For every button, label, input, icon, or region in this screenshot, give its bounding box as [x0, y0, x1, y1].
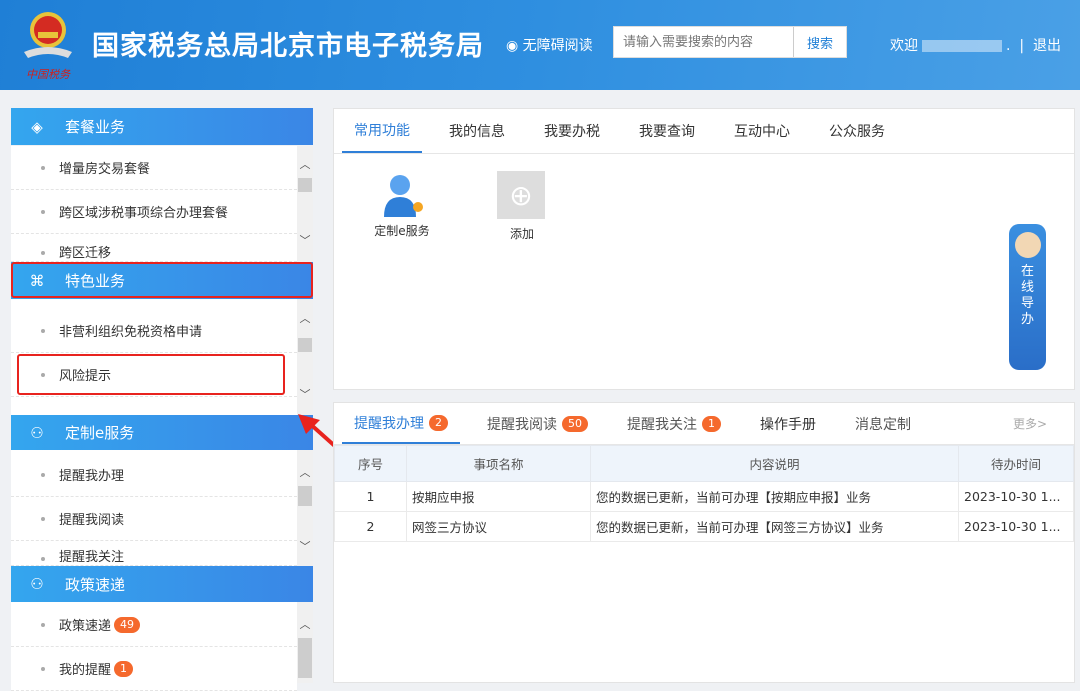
item-label: 政策速递: [59, 619, 112, 634]
column-header: 序号: [334, 445, 407, 482]
count-badge: 1: [702, 415, 721, 432]
section-title: 套餐业务: [65, 118, 126, 136]
tab-remind-handle[interactable]: 提醒我办理 2: [342, 403, 460, 444]
reminders-panel: 提醒我办理 2 提醒我阅读 50 提醒我关注 1 操作手册 消息定制 更多> 序号 事…: [333, 402, 1075, 683]
tab-my-info[interactable]: 我的信息: [437, 109, 517, 153]
column-header: 事项名称: [406, 445, 591, 482]
cell[interactable]: 网签三方协议: [406, 511, 591, 542]
plus-icon: ⊕: [497, 171, 545, 219]
count-badge: 1: [114, 660, 134, 677]
username-blurred: [922, 40, 1002, 52]
tab-query[interactable]: 我要查询: [627, 109, 707, 153]
custom-e-service-button[interactable]: 定制e服务: [370, 171, 434, 239]
user-plus-icon: ⚇: [30, 423, 44, 442]
chevron-down-icon[interactable]: ﹀: [297, 232, 313, 248]
cell: 您的数据已更新，当前可办理【按期应申报】业务: [590, 481, 959, 512]
cell[interactable]: 按期应申报: [406, 481, 591, 512]
item-label: 提醒我阅读: [59, 513, 125, 528]
sidebar-item[interactable]: 提醒我阅读: [11, 497, 297, 541]
site-title[interactable]: 国家税务总局北京市电子税务局: [92, 24, 484, 63]
function-label: 添加: [509, 227, 534, 241]
more-link[interactable]: 更多>: [1001, 403, 1059, 444]
chevron-up-icon[interactable]: ︿: [297, 616, 313, 632]
chevron-up-icon[interactable]: ︿: [297, 156, 313, 172]
scrollbar[interactable]: ︿ ﹀: [297, 298, 313, 415]
tab-remind-follow[interactable]: 提醒我关注 1: [615, 403, 733, 444]
item-label: 提醒我办理: [59, 469, 125, 484]
sidebar-header-package[interactable]: ◈ 套餐业务: [11, 108, 313, 145]
logo-text: 中国税务: [26, 68, 70, 81]
item-label: 我的提醒: [59, 663, 112, 678]
item-label: 增量房交易套餐: [59, 162, 151, 177]
tab-tax-handling[interactable]: 我要办税: [532, 109, 612, 153]
main-tabs: 常用功能 我的信息 我要办税 我要查询 互动中心 公众服务: [334, 109, 1074, 154]
eye-icon: ◉: [506, 38, 523, 54]
tab-remind-read[interactable]: 提醒我阅读 50: [475, 403, 600, 444]
site-header: 中国税务 国家税务总局北京市电子税务局 ◉ 无障碍阅读 搜索 欢迎. | 退出: [0, 0, 1080, 90]
table-row[interactable]: 1 按期应申报 您的数据已更新，当前可办理【按期应申报】业务 2023-10-30 1…: [334, 481, 1074, 512]
reminders-table: 序号 事项名称 内容说明 待办时间 1 按期应申报 您的数据已更新，当前可办理【按期…: [334, 445, 1074, 542]
count-badge: 2: [429, 414, 448, 431]
search-button[interactable]: 搜索: [793, 27, 846, 57]
tab-public-service[interactable]: 公众服务: [817, 109, 897, 153]
search-bar: 搜索: [613, 26, 847, 58]
user-service-icon: [384, 175, 423, 217]
highlight-box: [11, 262, 313, 298]
count-badge: 50: [562, 415, 588, 432]
sidebar-item[interactable]: 跨区域涉税事项综合办理套餐: [11, 190, 297, 234]
welcome-suffix: .: [1006, 38, 1011, 54]
chevron-up-icon[interactable]: ︿: [297, 310, 313, 326]
chevron-down-icon[interactable]: ﹀: [297, 538, 313, 554]
cell: 1: [334, 481, 407, 512]
search-input[interactable]: [614, 27, 793, 57]
tax-emblem-logo: [24, 12, 72, 58]
tab-interaction[interactable]: 互动中心: [722, 109, 802, 153]
reminder-tabs: 提醒我办理 2 提醒我阅读 50 提醒我关注 1 操作手册 消息定制 更多>: [334, 403, 1074, 445]
item-label: 非营利组织免税资格申请: [59, 325, 203, 340]
highlight-box: [17, 354, 285, 395]
cell: 2023-10-30 1...: [958, 481, 1074, 512]
cell: 您的数据已更新，当前可办理【网签三方协议】业务: [590, 511, 959, 542]
sidebar-item[interactable]: 跨区迁移: [11, 234, 297, 262]
user-plus-icon: ⚇: [30, 575, 44, 593]
assistant-avatar-icon: [1014, 232, 1041, 258]
section-title: 定制e服务: [65, 424, 135, 442]
sidebar-item[interactable]: 非营利组织免税资格申请: [11, 309, 297, 353]
welcome-label: 欢迎: [890, 38, 918, 54]
separator: |: [1019, 38, 1025, 54]
cell: 2023-10-30 1...: [958, 511, 1074, 542]
scrollbar[interactable]: ︿: [297, 602, 313, 683]
tab-common[interactable]: 常用功能: [342, 109, 422, 153]
sidebar-item[interactable]: 我的提醒 1: [11, 647, 297, 691]
item-label: 跨区域涉税事项综合办理套餐: [59, 206, 229, 221]
sidebar-item[interactable]: 政策速递 49: [11, 603, 297, 647]
sidebar-header-policy[interactable]: ⚇ 政策速递: [11, 566, 313, 602]
welcome-area: 欢迎. | 退出: [890, 35, 1061, 55]
accessibility-label: 无障碍阅读: [522, 38, 593, 54]
chevron-down-icon[interactable]: ﹀: [297, 386, 313, 402]
guide-label: 在线导办: [1020, 264, 1034, 327]
tab-message-settings[interactable]: 消息定制: [843, 403, 923, 444]
column-header: 待办时间: [958, 445, 1074, 482]
accessibility-link[interactable]: ◉ 无障碍阅读: [506, 35, 593, 55]
table-row[interactable]: 2 网签三方协议 您的数据已更新，当前可办理【网签三方协议】业务 2023-10-30…: [334, 511, 1074, 542]
add-function-button[interactable]: ⊕ 添加: [497, 171, 547, 242]
sidebar-item[interactable]: 提醒我办理: [11, 453, 297, 497]
sidebar-item[interactable]: 增量房交易套餐: [11, 146, 297, 190]
count-badge: 49: [114, 616, 141, 633]
column-header: 内容说明: [590, 445, 959, 482]
item-label: 跨区迁移: [59, 246, 112, 261]
online-guide-button[interactable]: 在线导办: [1009, 224, 1046, 370]
tab-manual[interactable]: 操作手册: [748, 403, 828, 444]
cell: 2: [334, 511, 407, 542]
sidebar-item[interactable]: 提醒我关注: [11, 541, 297, 566]
section-title: 政策速递: [65, 575, 126, 594]
scrollbar[interactable]: ︿ ﹀: [297, 146, 313, 262]
logout-link[interactable]: 退出: [1033, 38, 1061, 54]
item-label: 提醒我关注: [59, 550, 125, 565]
common-functions-panel: 常用功能 我的信息 我要办税 我要查询 互动中心 公众服务 定制e服务 ⊕ 添加: [333, 108, 1075, 390]
sidebar-header-custom-service[interactable]: ⚇ 定制e服务: [11, 415, 313, 450]
layers-icon: ◈: [31, 117, 43, 136]
function-label: 定制e服务: [374, 224, 430, 238]
